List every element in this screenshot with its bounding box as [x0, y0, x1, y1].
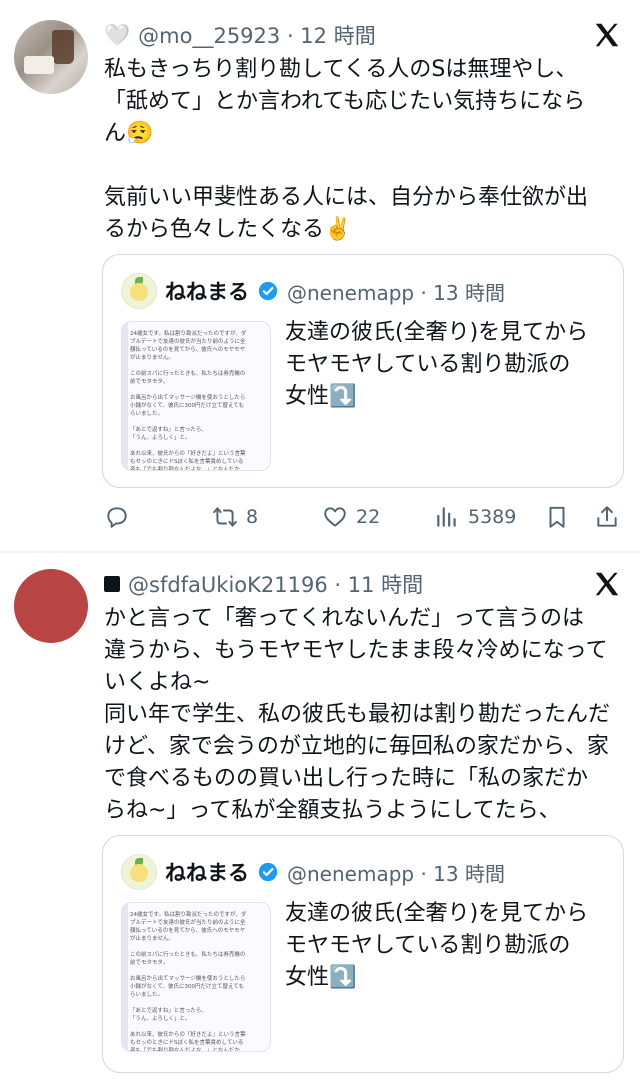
heart-outline-icon: 🤍	[104, 22, 131, 47]
bookmark-button[interactable]	[544, 500, 570, 534]
tweet-text-line: るから色々したくなる✌️	[104, 217, 352, 242]
tweet-text-line: 違うから、もうモヤモヤしたまま段々冷めになって	[104, 638, 608, 663]
avatar-face	[130, 864, 148, 882]
quoted-text-line: 女性⤵️	[285, 965, 357, 990]
avatar[interactable]	[14, 569, 88, 643]
quoted-handle-and-time[interactable]: @nenemapp · 13 時間	[287, 858, 505, 887]
quoted-avatar[interactable]	[121, 854, 157, 890]
tweet-text-line: 私もきっちり割り勘してくる人のSは無理やし、	[104, 57, 578, 82]
views-icon	[437, 507, 456, 527]
retweet-button[interactable]: 8	[212, 500, 258, 534]
tweet-actions: 8 22 5389	[100, 500, 630, 534]
verified-badge-icon	[258, 862, 278, 882]
quoted-tweet[interactable]: ねねまる @nenemapp · 13 時間 24歳女です。私は割り勘派だったの…	[102, 835, 624, 1073]
quoted-handle-and-time[interactable]: @nenemapp · 13 時間	[287, 277, 505, 306]
tweet-text-line: らね~」って私が全額支払うようにしてたら、	[104, 798, 561, 823]
tweet[interactable]: 🤍 @mo__25923 · 12 時間 私もきっちり割り勘してくる人のSは無理…	[0, 0, 640, 552]
handle-and-time[interactable]: @sfdfaUkioK21196 · 11 時間	[128, 569, 423, 599]
tweet-text: かと言って「奢ってくれないんだ」って言うのは 違うから、もうモヤモヤしたまま段々…	[104, 603, 624, 827]
handle-and-time[interactable]: @mo__25923 · 12 時間	[138, 20, 376, 50]
tweet-text-line: 「舐めて」とか言われても応じたい気持ちになら	[104, 89, 586, 114]
views-count: 5389	[468, 506, 517, 528]
quoted-tweet[interactable]: ねねまる @nenemapp · 13 時間 24歳女です。私は割り勘派だったの…	[102, 254, 624, 488]
tweet-text-line: 同い年で学生、私の彼氏も最初は割り勘だったんだ	[104, 702, 611, 727]
avatar-photo-cup	[52, 30, 74, 64]
heart-icon	[324, 507, 346, 527]
tweet-header: 🤍 @mo__25923 · 12 時間	[104, 20, 376, 50]
tweet-text-line: 気前いい甲斐性ある人には、自分から奉仕欲が出	[104, 185, 589, 210]
quoted-tweet-text: 友達の彼氏(全奢り)を見てから モヤモヤしている割り勘派の 女性⤵️	[285, 317, 615, 413]
quoted-text-line: 女性⤵️	[285, 384, 357, 409]
tweet-text-line: かと言って「奢ってくれないんだ」って言うのは	[104, 606, 585, 631]
quoted-image[interactable]: 24歳女です。私は割り勘派だったのですが、ダ ブルデートで友達の彼氏が当たり前の…	[121, 902, 271, 1052]
avatar-face	[130, 283, 148, 301]
tweet-text-line: ん😮‍💨	[104, 121, 154, 146]
views-button[interactable]: 5389	[434, 500, 516, 534]
x-logo-icon[interactable]	[592, 569, 622, 599]
reply-button[interactable]	[104, 500, 130, 534]
like-count: 22	[356, 506, 381, 528]
quoted-tweet-header: ねねまる @nenemapp · 13 時間	[121, 273, 505, 309]
x-logo-icon[interactable]	[592, 20, 622, 50]
share-icon	[597, 506, 617, 527]
quoted-text-line: モヤモヤしている割り勘派の	[285, 352, 571, 377]
share-button[interactable]	[594, 500, 620, 534]
avatar[interactable]	[14, 20, 88, 94]
quoted-image-text: 24歳女です。私は割り勘派だったのですが、ダ ブルデートで友達の彼氏が当たり前の…	[130, 912, 247, 1052]
tweet-text: 私もきっちり割り勘してくる人のSは無理やし、 「舐めて」とか言われても応じたい気…	[104, 54, 624, 246]
tweet-text-line: けど、家で会うのが立地的に毎回私の家だから、家	[104, 734, 609, 759]
quoted-text-line: 友達の彼氏(全奢り)を見てから	[285, 320, 589, 345]
quoted-text-line: 友達の彼氏(全奢り)を見てから	[285, 901, 589, 926]
retweet-icon	[213, 507, 237, 527]
quoted-text-line: モヤモヤしている割り勘派の	[285, 933, 571, 958]
tweet-header: @sfdfaUkioK21196 · 11 時間	[104, 569, 423, 599]
quoted-display-name[interactable]: ねねまる	[165, 857, 249, 887]
quoted-image-text: 24歳女です。私は割り勘派だったのですが、ダ ブルデートで友達の彼氏が当たり前の…	[130, 331, 247, 471]
bookmark-icon	[549, 506, 565, 528]
quoted-avatar[interactable]	[121, 273, 157, 309]
quoted-image[interactable]: 24歳女です。私は割り勘派だったのですが、ダ ブルデートで友達の彼氏が当たり前の…	[121, 321, 271, 471]
like-button[interactable]: 22	[322, 500, 380, 534]
tweet-text-line: いくよね~	[104, 670, 211, 695]
quoted-tweet-header: ねねまる @nenemapp · 13 時間	[121, 854, 505, 890]
avatar-photo-cake	[24, 56, 54, 74]
tweet[interactable]: @sfdfaUkioK21196 · 11 時間 かと言って「奢ってくれないんだ…	[0, 553, 640, 1085]
quoted-image-edge	[122, 322, 128, 470]
reply-icon	[107, 507, 127, 528]
quoted-tweet-text: 友達の彼氏(全奢り)を見てから モヤモヤしている割り勘派の 女性⤵️	[285, 898, 615, 994]
quoted-display-name[interactable]: ねねまる	[165, 276, 249, 306]
tweet-text-line: で食べるものの買い出し行った時に「私の家だか	[104, 766, 589, 791]
verified-badge-icon	[258, 281, 278, 301]
black-square-icon	[104, 576, 120, 592]
retweet-count: 8	[246, 506, 259, 528]
quoted-image-edge	[122, 903, 128, 1051]
